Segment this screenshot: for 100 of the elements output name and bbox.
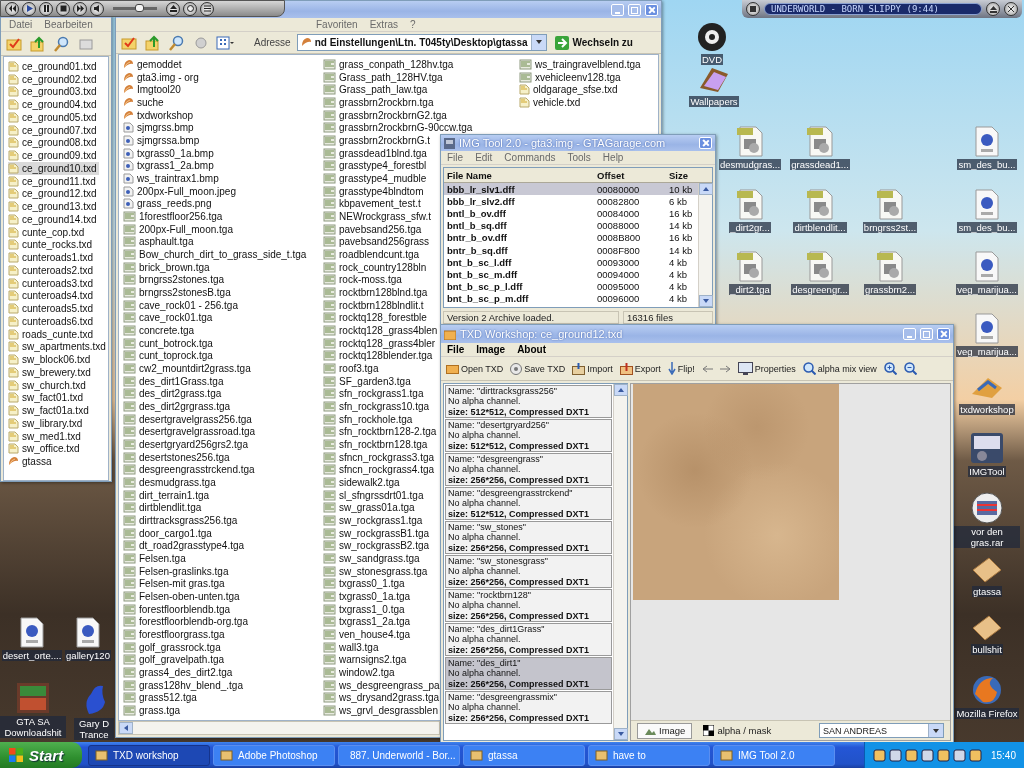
slider-thumb[interactable]: [135, 4, 145, 12]
list-entry[interactable]: grassbrn2rockbrnG2.tga: [323, 108, 449, 122]
next-icon[interactable]: [73, 1, 87, 16]
tray-icon[interactable]: [888, 748, 902, 762]
tab[interactable]: alpha / mask: [696, 722, 779, 739]
desktop-icon-label[interactable]: sm_des_bu...: [957, 159, 1017, 170]
desktop-icon-label[interactable]: vor den gras.rar: [954, 526, 1020, 548]
list-entry[interactable]: sfncn_rockgrass4.tga: [323, 463, 437, 477]
desktop-icon-label[interactable]: GTA SA Downloadshit: [0, 716, 66, 738]
list-entry[interactable]: dirtblendlit.tga: [123, 501, 204, 515]
list-entry[interactable]: xvehicleenv128.tga: [519, 70, 623, 84]
desktop-icon-label[interactable]: grassbrn2...: [863, 284, 917, 295]
list-entry[interactable]: cunteroads3.txd: [8, 276, 96, 290]
list-entry[interactable]: golf_gravelpath.tga: [123, 653, 227, 667]
game-dropdown[interactable]: SAN ANDREAS: [819, 723, 944, 738]
address-field[interactable]: nd Einstellungen\Ltn. T045ty\Desktop\gtassa: [296, 34, 547, 51]
pause-icon[interactable]: [39, 1, 53, 16]
list-entry[interactable]: cave_rock01.tga: [123, 311, 215, 325]
list-entry[interactable]: forestfloorblendb-org.tga: [123, 615, 250, 629]
list-entry[interactable]: ce_ground09.txd: [8, 149, 99, 162]
tray-icon[interactable]: [936, 748, 950, 762]
list-entry[interactable]: cunteroads6.txd: [8, 315, 96, 328]
desktop-icon-label[interactable]: _dirt2gr...: [729, 222, 771, 233]
menu-item[interactable]: Tools: [567, 152, 591, 163]
list-entry[interactable]: brngrss2stonesB.tga: [123, 286, 233, 299]
list-entry[interactable]: sw_block06.txd: [8, 353, 93, 366]
column-header[interactable]: Offset: [597, 169, 669, 181]
list-entry[interactable]: txgrass1_2a.bmp: [123, 159, 216, 173]
list-entry[interactable]: sl_sfngrssdrt01.tga: [323, 488, 426, 502]
texture-entry[interactable]: Name: "des_dirt1Grass" No alpha channel. size: 256*256, Compressed DXT1: [445, 623, 612, 656]
desktop-icon-label[interactable]: grassdead1...: [790, 159, 850, 170]
list-entry[interactable]: roadblendcunt.tga: [323, 248, 422, 261]
list-entry[interactable]: sfn_rockgrass10.tga: [323, 400, 432, 413]
list-entry[interactable]: ce_ground10.txd: [8, 162, 99, 175]
list-entry[interactable]: 200px-Full_moon.tga: [123, 222, 235, 236]
alpha-view-button[interactable]: alpha mix view: [801, 358, 878, 379]
list-entry[interactable]: sw_office.txd: [8, 442, 82, 456]
list-entry[interactable]: grassdead1blnd.tga: [323, 146, 429, 160]
list-entry[interactable]: roof3.tga: [323, 362, 381, 375]
list-entry[interactable]: sfn_rockgrass1.tga: [323, 387, 426, 401]
speaker-icon[interactable]: [90, 1, 104, 16]
list-entry[interactable]: gta3.img - org: [123, 70, 201, 84]
list-entry[interactable]: txgrass0_1a.tga: [323, 590, 413, 603]
list-entry[interactable]: rock_country128bln: [323, 260, 429, 274]
tray-icon[interactable]: [904, 748, 918, 762]
column-header[interactable]: File Name: [447, 169, 597, 181]
desktop-icon-label[interactable]: desmudgras...: [718, 159, 782, 170]
list-entry[interactable]: desertgravelgrassroad.tga: [123, 425, 258, 439]
column-header[interactable]: Size: [669, 169, 712, 181]
list-entry[interactable]: Grass_path_law.tga: [323, 83, 430, 96]
list-entry[interactable]: sw_library.txd: [8, 417, 85, 430]
list-entry[interactable]: cunt_toprock.tga: [123, 349, 215, 363]
list-entry[interactable]: ce_ground07.txd: [8, 123, 99, 137]
list-entry[interactable]: door_cargo1.tga: [123, 526, 214, 540]
list-entry[interactable]: sw_sandgrass.tga: [323, 552, 422, 565]
list-entry[interactable]: vehicle.txd: [519, 96, 583, 109]
list-entry[interactable]: desertgravelgrass256.tga: [123, 412, 254, 426]
list-entry[interactable]: NEWrockgrass_sfw.t: [323, 210, 434, 223]
list-entry[interactable]: desertgryard256grs2.tga: [123, 438, 250, 451]
desktop-icon-label[interactable]: txdworkshop: [959, 404, 1015, 415]
search-icon[interactable]: [53, 34, 71, 53]
list-entry[interactable]: brick_brown.tga: [123, 260, 212, 274]
list-entry[interactable]: grass.tga: [123, 704, 183, 717]
repeat-icon[interactable]: [183, 1, 197, 16]
close-button[interactable]: [937, 328, 950, 340]
folder-up-icon[interactable]: [144, 33, 162, 52]
dropdown-button[interactable]: [530, 35, 546, 50]
list-entry[interactable]: cw2_mountdirt2grass.tga: [123, 362, 253, 375]
list-entry[interactable]: sw_stonesgrass.tga: [323, 564, 430, 578]
desktop-icon-label[interactable]: veg_marijua...: [956, 284, 1018, 295]
texture-entry[interactable]: Name: "desertgryard256" No alpha channel. size: 512*512, Compressed DXT1: [445, 419, 612, 452]
taskbar-button[interactable]: have to: [588, 744, 710, 766]
desktop-icon-label[interactable]: brngrss2st...: [862, 222, 918, 233]
list-entry[interactable]: cunte_rocks.txd: [8, 238, 95, 252]
stop-icon[interactable]: [56, 1, 70, 16]
desktop-icon-label[interactable]: _dirt2.tga: [729, 284, 771, 295]
table-row[interactable]: bnt_b_sc_m.dff 00094000 4 kb: [444, 268, 698, 281]
menu-item[interactable]: Datei: [9, 19, 33, 30]
texture-entry[interactable]: Name: "rocktbrn128" No alpha channel. size: 256*256, Compressed DXT1: [445, 589, 612, 622]
list-entry[interactable]: brngrss2stones.tga: [123, 273, 227, 287]
list-entry[interactable]: cunt_botrock.tga: [123, 336, 215, 350]
list-entry[interactable]: Felsen.tga: [123, 552, 188, 565]
taskbar-button[interactable]: Adobe Photoshop: [213, 744, 335, 766]
menu-item[interactable]: Edit: [475, 152, 493, 163]
scrollbar[interactable]: [613, 384, 627, 740]
list-entry[interactable]: sw_church.txd: [8, 378, 88, 392]
menu-icon[interactable]: [746, 2, 760, 16]
list-entry[interactable]: dirttracksgrass256.tga: [123, 514, 240, 527]
list-entry[interactable]: pavebsand256.tga: [323, 222, 424, 236]
desktop-icon-label[interactable]: dirtblendlit...: [793, 222, 847, 233]
taskbar-button[interactable]: IMG Tool 2.0: [713, 744, 835, 766]
list-entry[interactable]: ws_traintrax1.bmp: [123, 172, 221, 185]
desktop-icon-label[interactable]: Wallpapers: [689, 96, 739, 107]
list-entry[interactable]: ce_ground14.txd: [8, 213, 99, 226]
list-entry[interactable]: suche: [123, 96, 166, 109]
menu-item[interactable]: Bearbeiten: [44, 19, 93, 30]
playlist-icon[interactable]: [200, 1, 214, 16]
list-entry[interactable]: txgrass0_1.tga: [323, 577, 407, 591]
list-entry[interactable]: txdworkshop: [123, 108, 196, 122]
close-button[interactable]: [699, 137, 712, 149]
